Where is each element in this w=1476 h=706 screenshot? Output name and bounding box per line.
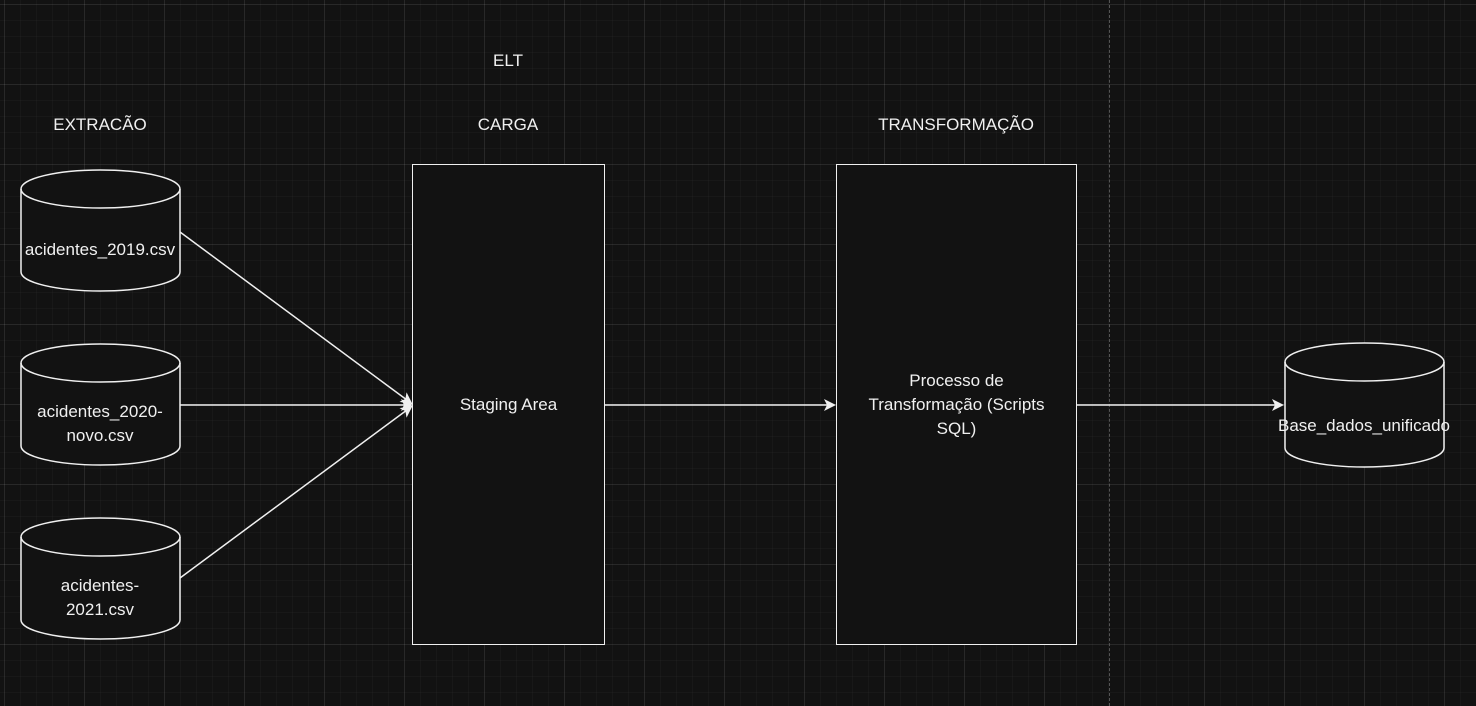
staging-area-box[interactable]: Staging Area: [412, 164, 605, 645]
source-2-label: acidentes_2020- novo.csv: [0, 394, 200, 454]
output-line1: Base_dados_unificado: [1277, 416, 1451, 435]
stage-extract-label: EXTRACÃO: [53, 115, 147, 134]
source-1-line1: acidentes_2019.csv: [24, 240, 176, 259]
diagram-title: ELT: [493, 51, 523, 70]
stage-transform-label: TRANSFORMAÇÃO: [878, 115, 1034, 134]
arrow-source1-to-staging[interactable]: [179, 231, 413, 405]
process-line2: Transformação (Scripts: [868, 394, 1045, 414]
process-line1: Processo de: [909, 370, 1004, 390]
source-3-label: acidentes- 2021.csv: [0, 568, 200, 628]
source-3-line2: 2021.csv: [65, 600, 135, 619]
staging-area-label: Staging Area: [459, 394, 558, 414]
source-2-line2: novo.csv: [66, 426, 134, 445]
arrow-source3-to-staging[interactable]: [179, 405, 413, 579]
output-label: Base_dados_unificado: [1259, 396, 1469, 456]
source-2-line1: acidentes_2020-: [37, 402, 163, 421]
diagram-canvas[interactable]: ELT EXTRACÃO CARGA TRANSFORMAÇÃO acident…: [0, 0, 1476, 706]
process-line3: SQL): [936, 418, 977, 438]
transformation-process-box[interactable]: Processo de Transformação (Scripts SQL): [836, 164, 1077, 645]
source-3-line1: acidentes-: [60, 576, 140, 595]
page-divider: [1109, 0, 1110, 706]
source-1-label: acidentes_2019.csv: [0, 220, 200, 280]
stage-load-label: CARGA: [477, 115, 539, 134]
connectors: [179, 231, 1284, 579]
